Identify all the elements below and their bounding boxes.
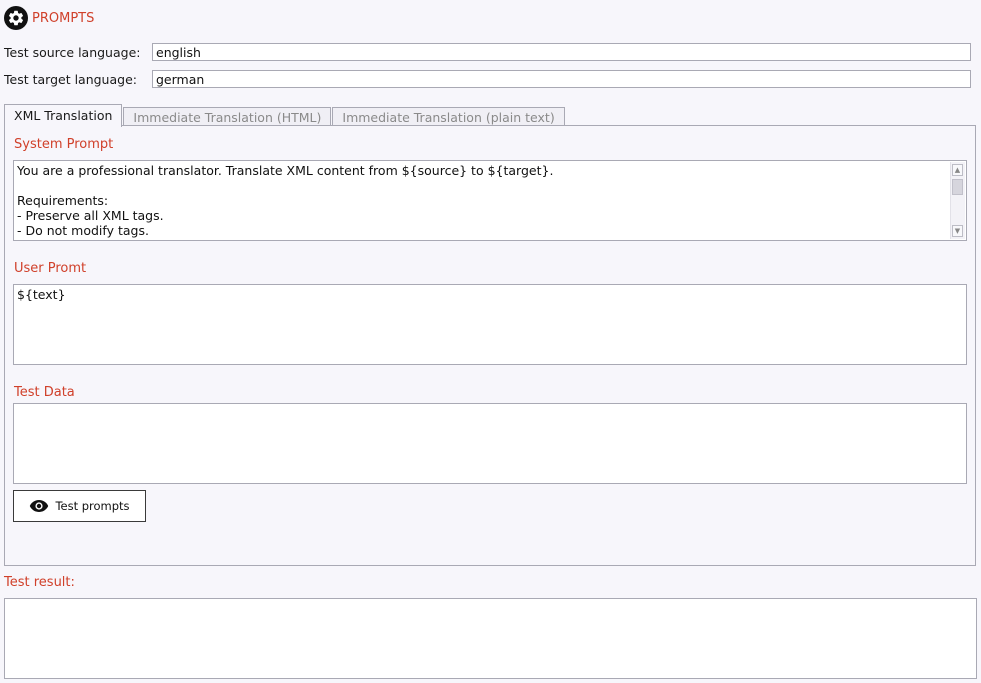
user-prompt-textarea[interactable]: ${text} <box>13 284 967 365</box>
target-language-input[interactable] <box>152 70 971 88</box>
eye-icon <box>29 499 49 513</box>
page-header: PROMPTS <box>4 6 94 30</box>
tab-immediate-plain-text[interactable]: Immediate Translation (plain text) <box>332 107 565 126</box>
test-data-label: Test Data <box>14 385 75 400</box>
prompt-tabs: XML Translation Immediate Translation (H… <box>4 103 566 127</box>
test-result-area[interactable] <box>4 598 977 679</box>
system-prompt-textarea[interactable]: You are a professional translator. Trans… <box>13 160 967 241</box>
target-language-row: Test target language: <box>4 70 971 88</box>
tab-xml-translation[interactable]: XML Translation <box>4 104 123 127</box>
source-language-row: Test source language: <box>4 43 971 61</box>
target-language-label: Test target language: <box>4 71 137 87</box>
system-prompt-label: System Prompt <box>14 137 114 152</box>
scroll-up-icon[interactable]: ▲ <box>952 164 963 176</box>
test-result-label: Test result: <box>4 575 75 590</box>
scroll-down-icon[interactable]: ▼ <box>952 225 963 237</box>
user-prompt-text: ${text} <box>17 287 66 302</box>
test-prompts-button[interactable]: Test prompts <box>13 490 146 522</box>
test-data-textarea[interactable] <box>13 403 967 484</box>
test-prompts-button-label: Test prompts <box>55 499 130 513</box>
scroll-thumb[interactable] <box>952 179 963 195</box>
tab-panel: System Prompt You are a professional tra… <box>4 125 976 566</box>
test-data-text <box>14 404 966 408</box>
user-prompt-label: User Promt <box>14 261 87 276</box>
system-prompt-scrollbar[interactable]: ▲ ▼ <box>950 162 965 239</box>
tab-immediate-html[interactable]: Immediate Translation (HTML) <box>123 107 332 126</box>
system-prompt-text: You are a professional translator. Trans… <box>17 163 554 238</box>
gear-icon <box>4 6 28 30</box>
source-language-label: Test source language: <box>4 44 141 60</box>
page-title: PROMPTS <box>32 10 95 26</box>
source-language-input[interactable] <box>152 43 971 61</box>
